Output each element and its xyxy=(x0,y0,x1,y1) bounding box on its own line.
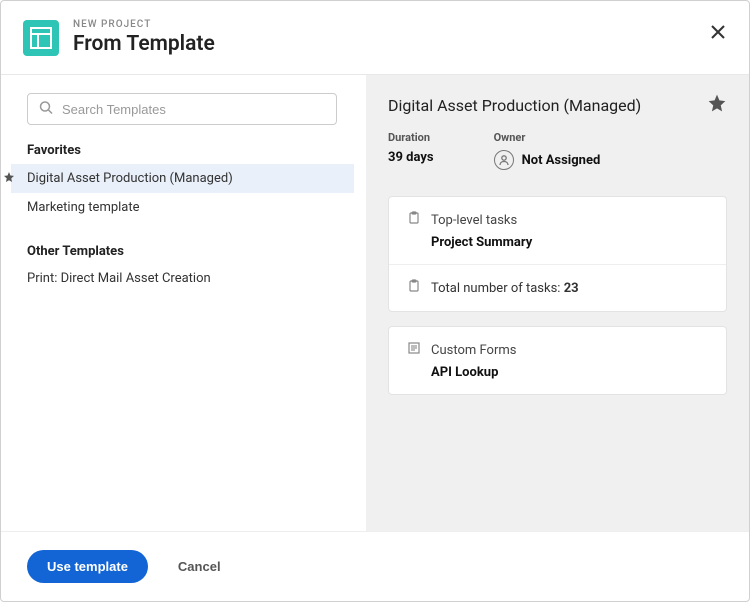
top-tasks-label: Top-level tasks xyxy=(431,213,517,228)
new-project-from-template-modal: NEW PROJECT From Template Favorites Digi… xyxy=(0,0,750,602)
search-icon xyxy=(39,100,53,119)
detail-title: Digital Asset Production (Managed) xyxy=(388,96,641,115)
header-eyebrow: NEW PROJECT xyxy=(73,19,215,30)
header-title: From Template xyxy=(73,32,215,56)
close-icon xyxy=(709,23,727,41)
top-tasks-value: Project Summary xyxy=(431,235,708,250)
search-input[interactable] xyxy=(27,93,337,125)
tasks-card: Top-level tasks Project Summary Total nu… xyxy=(388,196,727,312)
total-tasks-label: Total number of tasks: xyxy=(431,281,560,296)
template-item-digital-asset[interactable]: Digital Asset Production (Managed) xyxy=(11,164,354,193)
clipboard-icon xyxy=(407,279,421,297)
duration-value: 39 days xyxy=(388,150,434,165)
star-icon xyxy=(707,93,727,113)
forms-card: Custom Forms API Lookup xyxy=(388,326,727,395)
owner-label: Owner xyxy=(494,131,601,144)
favorite-toggle[interactable] xyxy=(707,93,727,117)
template-list-panel: Favorites Digital Asset Production (Mana… xyxy=(1,75,366,531)
template-app-icon xyxy=(23,20,59,56)
duration-block: Duration 39 days xyxy=(388,131,434,170)
form-icon xyxy=(407,341,421,359)
cancel-button[interactable]: Cancel xyxy=(178,559,221,574)
total-tasks-value: 23 xyxy=(564,281,579,296)
owner-value: Not Assigned xyxy=(522,153,601,168)
template-item-label: Marketing template xyxy=(27,200,140,215)
close-button[interactable] xyxy=(709,23,727,45)
duration-label: Duration xyxy=(388,131,434,144)
modal-footer: Use template Cancel xyxy=(1,531,749,601)
modal-header: NEW PROJECT From Template xyxy=(1,1,749,74)
forms-value: API Lookup xyxy=(431,365,708,380)
user-icon xyxy=(494,150,514,170)
star-icon xyxy=(3,171,15,187)
template-item-print-direct-mail[interactable]: Print: Direct Mail Asset Creation xyxy=(27,265,348,292)
modal-body: Favorites Digital Asset Production (Mana… xyxy=(1,74,749,531)
template-item-marketing[interactable]: Marketing template xyxy=(11,193,354,222)
template-item-label: Digital Asset Production (Managed) xyxy=(27,171,233,186)
clipboard-icon xyxy=(407,211,421,229)
template-detail-panel: Digital Asset Production (Managed) Durat… xyxy=(366,75,749,531)
forms-label: Custom Forms xyxy=(431,343,516,358)
template-item-label: Print: Direct Mail Asset Creation xyxy=(27,271,211,286)
use-template-button[interactable]: Use template xyxy=(27,550,148,583)
favorites-section-label: Favorites xyxy=(27,143,348,158)
other-section-label: Other Templates xyxy=(27,244,348,259)
owner-block: Owner Not Assigned xyxy=(494,131,601,170)
